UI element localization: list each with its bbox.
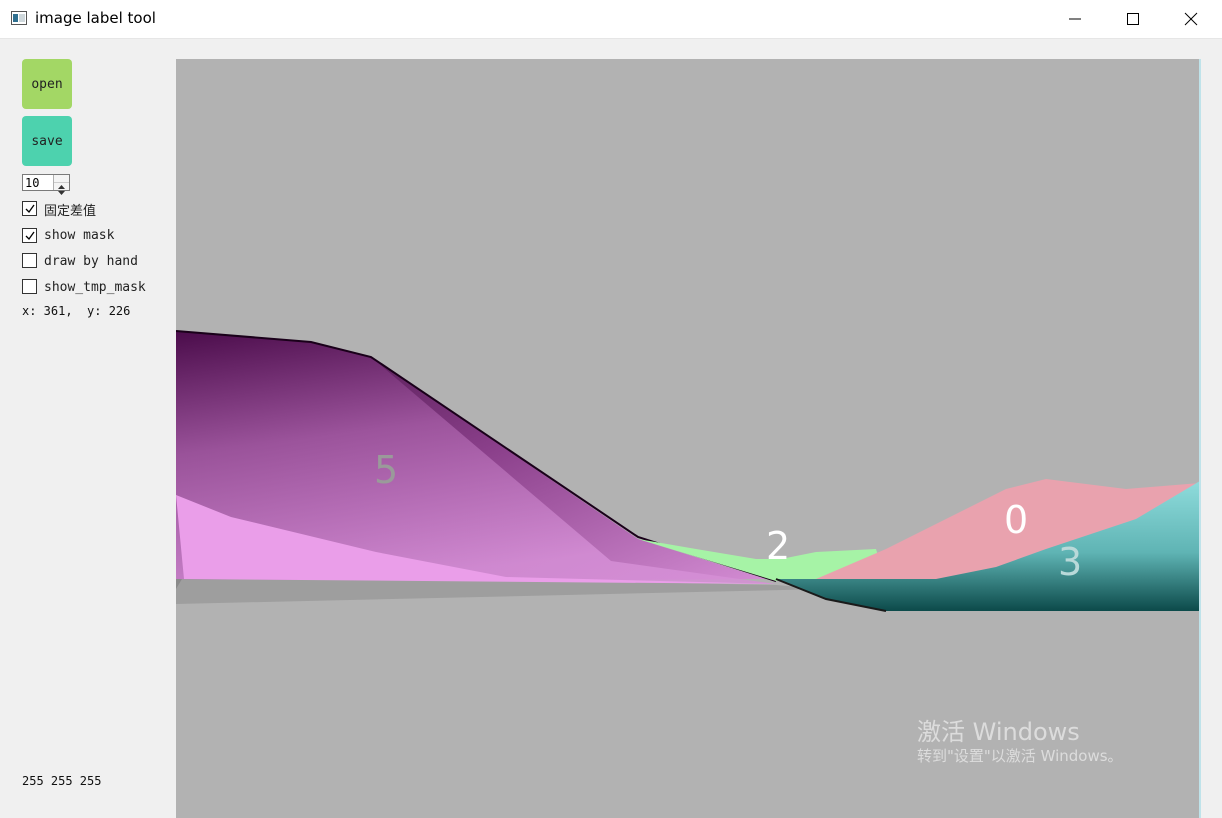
checkbox-fixed-diff-label[interactable]: 固定差值: [44, 200, 96, 219]
app-icon: [11, 11, 27, 25]
checkbox-fixed-diff[interactable]: [22, 201, 37, 216]
activation-watermark-title: 激活 Windows: [917, 718, 1080, 746]
window-title: image label tool: [35, 9, 156, 27]
spin-down-button[interactable]: [54, 182, 69, 195]
segment-label-0: 0: [1004, 498, 1028, 542]
segment-label-3: 3: [1058, 540, 1082, 584]
close-icon: [1184, 12, 1198, 26]
check-icon: [25, 231, 35, 241]
cursor-coordinates: x: 361, y: 226: [22, 304, 131, 318]
image-canvas[interactable]: 5 2 0 3: [176, 59, 1200, 818]
value-spinbox[interactable]: 10: [22, 174, 70, 195]
close-button[interactable]: [1168, 0, 1214, 38]
checkbox-draw-by-hand[interactable]: [22, 253, 37, 268]
segment-label-2: 2: [766, 524, 790, 568]
maximize-icon: [1127, 13, 1139, 25]
maximize-button[interactable]: [1110, 0, 1156, 38]
checkbox-draw-by-hand-label[interactable]: draw by hand: [44, 254, 138, 269]
checkbox-show-tmp-mask[interactable]: [22, 279, 37, 294]
checkbox-show-mask[interactable]: [22, 228, 37, 243]
checkbox-show-mask-label[interactable]: show mask: [44, 228, 114, 243]
pixel-rgb-value: 255 255 255: [22, 774, 102, 788]
segmentation-mask: 5 2 0 3: [176, 330, 1200, 612]
activation-watermark-subtitle: 转到"设置"以激活 Windows。: [917, 747, 1123, 765]
spinbox-arrows: [53, 175, 69, 195]
check-icon: [25, 204, 35, 214]
arrow-down-icon: [58, 191, 65, 195]
save-button[interactable]: save: [22, 116, 72, 166]
minimize-icon: [1069, 18, 1081, 20]
title-bar: image label tool: [0, 0, 1222, 39]
spinbox-value[interactable]: 10: [25, 176, 39, 190]
minimize-button[interactable]: [1052, 0, 1098, 38]
segment-label-5: 5: [374, 448, 398, 492]
checkbox-show-tmp-mask-label[interactable]: show_tmp_mask: [44, 280, 146, 295]
open-button[interactable]: open: [22, 59, 72, 109]
canvas-border: [1199, 59, 1201, 818]
